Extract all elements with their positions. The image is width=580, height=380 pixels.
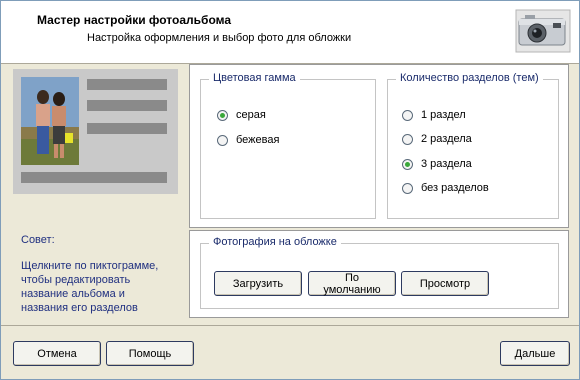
radio-selected-indicator[interactable] <box>402 158 413 170</box>
sections-count-legend: Количество разделов (тем) <box>396 72 543 84</box>
upload-button[interactable]: Загрузить <box>214 271 302 296</box>
color-scheme-legend: Цветовая гамма <box>209 72 300 84</box>
radio-indicator[interactable] <box>402 109 413 121</box>
settings-panel: Цветовая гамма серая бежевая Количество … <box>189 64 569 228</box>
hint-heading: Совет: <box>21 234 55 246</box>
radio-sections-none[interactable]: без разделов <box>402 182 489 194</box>
album-cover-preview[interactable] <box>13 69 178 194</box>
section-name-placeholder-line[interactable] <box>87 123 167 134</box>
radio-color-beige[interactable]: бежевая <box>217 134 279 146</box>
cover-photo-legend: Фотография на обложке <box>209 236 341 248</box>
radio-label: 1 раздел <box>421 109 466 121</box>
radio-label: 2 раздела <box>421 133 472 145</box>
radio-label: бежевая <box>236 134 280 146</box>
radio-sections-3[interactable]: 3 раздела <box>402 158 472 170</box>
cover-photo-group: Фотография на обложке Загрузить По умолч… <box>200 236 559 309</box>
next-button[interactable]: Дальше <box>500 341 570 366</box>
radio-label: без разделов <box>421 182 489 194</box>
cancel-button[interactable]: Отмена <box>13 341 101 366</box>
wizard-header: Мастер настройки фотоальбома Настройка о… <box>1 1 579 64</box>
radio-label: 3 раздела <box>421 158 472 170</box>
wizard-subtitle: Настройка оформления и выбор фото для об… <box>87 32 352 44</box>
cover-photo-panel: Фотография на обложке Загрузить По умолч… <box>189 230 569 318</box>
album-title-placeholder-line[interactable] <box>87 79 167 90</box>
radio-label: серая <box>236 109 266 121</box>
radio-selected-indicator[interactable] <box>217 109 228 121</box>
radio-color-gray[interactable]: серая <box>217 109 266 121</box>
hint-line: Щелкните по пиктограмме, <box>21 260 159 272</box>
preview-button[interactable]: Просмотр <box>401 271 489 296</box>
hint-line: названия его разделов <box>21 302 138 314</box>
radio-indicator[interactable] <box>402 133 413 145</box>
hint-line: название альбома и <box>21 288 125 300</box>
cover-photo-thumbnail[interactable] <box>21 77 79 165</box>
help-button[interactable]: Помощь <box>106 341 194 366</box>
hint-line: чтобы редактировать <box>21 274 131 286</box>
camera-icon <box>515 9 571 53</box>
section-name-placeholder-line[interactable] <box>87 100 167 111</box>
radio-sections-2[interactable]: 2 раздела <box>402 133 472 145</box>
section-name-placeholder-line[interactable] <box>21 172 167 183</box>
hint-block: Совет: Щелкните по пиктограмме, чтобы ре… <box>21 233 158 315</box>
radio-sections-1[interactable]: 1 раздел <box>402 109 466 121</box>
radio-indicator[interactable] <box>217 134 228 146</box>
wizard-title: Мастер настройки фотоальбома <box>37 13 232 27</box>
default-button[interactable]: По умолчанию <box>308 271 396 296</box>
radio-indicator[interactable] <box>402 182 413 194</box>
footer-divider <box>1 325 579 326</box>
color-scheme-group: Цветовая гамма серая бежевая <box>200 72 376 219</box>
wizard-window: Мастер настройки фотоальбома Настройка о… <box>0 0 580 380</box>
sections-count-group: Количество разделов (тем) 1 раздел 2 раз… <box>387 72 559 219</box>
